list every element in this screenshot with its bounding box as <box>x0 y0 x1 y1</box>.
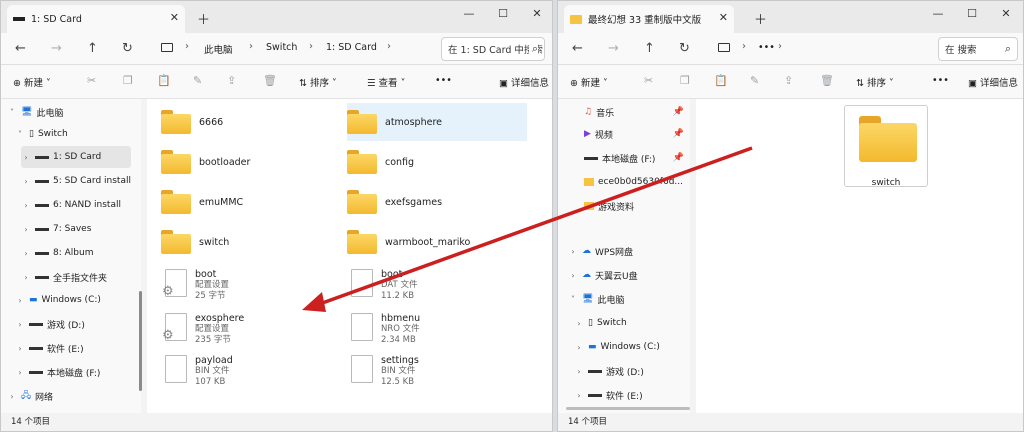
arrow-head <box>302 292 326 312</box>
drag-annotation-arrow <box>302 146 753 312</box>
arrow-line <box>313 146 753 308</box>
